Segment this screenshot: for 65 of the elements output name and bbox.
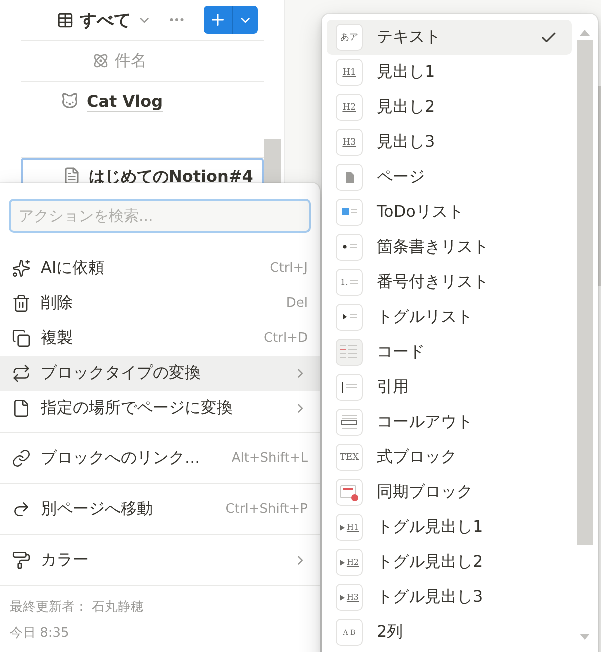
menu-item[interactable]: H3 トグル見出し3 [327,580,572,615]
menu-item[interactable]: 削除 Del [0,286,320,321]
block-type-icon [336,304,363,331]
menu-item[interactable]: H2 見出し2 [327,90,572,125]
menu-item[interactable]: AIに依頼 Ctrl+J [0,251,320,286]
block-type-icon [336,409,363,436]
menu-item[interactable]: 複製 Ctrl+D [0,321,320,356]
menu-item[interactable]: コード [327,335,572,370]
sparkles-icon [12,259,31,278]
block-type-icon: H3 [336,584,363,611]
block-type-icon [336,199,363,226]
row-title[interactable]: Cat Vlog [87,92,164,111]
copy-icon [12,329,31,348]
menu-item[interactable]: H2 トグル見出し2 [327,545,572,580]
block-type-icon [336,234,363,261]
block-type-icon [336,339,363,366]
menu-item[interactable]: H3 見出し3 [327,125,572,160]
menu-item[interactable]: トグルリスト [327,300,572,335]
edited-time: 今日 8:35 [10,625,70,642]
scroll-down-icon[interactable] [580,634,590,640]
page-icon [63,167,81,185]
menu-item[interactable]: 箇条書きリスト [327,230,572,265]
arrows-icon [12,364,31,383]
trash-icon [12,294,31,313]
block-type-icon [336,164,363,191]
menu-item[interactable]: 別ページへ移動 Ctrl+Shift+P [0,492,320,527]
menu-item[interactable]: 1. 番号付きリスト [327,265,572,300]
paint-roller-icon [12,551,31,570]
block-type-icon: H1 [336,514,363,541]
block-type-icon: H2 [336,549,363,576]
block-type-icon: H2 [336,94,363,121]
menu-item[interactable]: あア テキスト [327,20,572,55]
menu-item[interactable]: カラー [0,543,320,578]
block-type-icon [336,374,363,401]
block-type-icon: TEX [336,444,363,471]
menu-item[interactable]: ToDoリスト [327,195,572,230]
page-icon [12,399,31,418]
menu-item[interactable]: TEX 式ブロック [327,440,572,475]
table-icon [57,12,74,28]
menu-item[interactable]: H1 見出し1 [327,55,572,90]
link-icon [12,449,31,468]
menu-item[interactable]: 同期ブロック [327,475,572,510]
new-button[interactable] [204,6,258,34]
table-row[interactable]: Cat Vlog [21,82,264,158]
atom-icon [93,53,109,69]
arrow-icon [12,500,31,519]
scrollbar-thumb[interactable] [576,40,592,545]
menu-item[interactable]: 指定の場所でページに変換 [0,391,320,426]
cat-icon [61,92,79,110]
scroll-up-icon[interactable] [580,30,590,36]
menu-item[interactable]: ページ [327,160,572,195]
block-type-icon: H3 [336,129,363,156]
last-edited-text: 最終更新者： 石丸静穂 [10,599,146,616]
menu-item[interactable]: H1 トグル見出し1 [327,510,572,545]
menu-item[interactable]: ブロックへのリンク... Alt+Shift+L [0,441,320,476]
search-field[interactable]: アクションを検索... [9,199,311,233]
block-type-icon: あア [336,24,363,51]
block-type-icon: 1. [336,269,363,296]
menu-item[interactable]: コールアウト [327,405,572,440]
block-type-icon: H1 [336,59,363,86]
column-header: 件名 [115,50,147,72]
menu-item[interactable]: ブロックタイプの変換 [0,356,320,391]
menu-item[interactable]: 引用 [327,370,572,405]
view-title[interactable]: すべて [80,8,131,32]
block-type-icon [336,479,363,506]
